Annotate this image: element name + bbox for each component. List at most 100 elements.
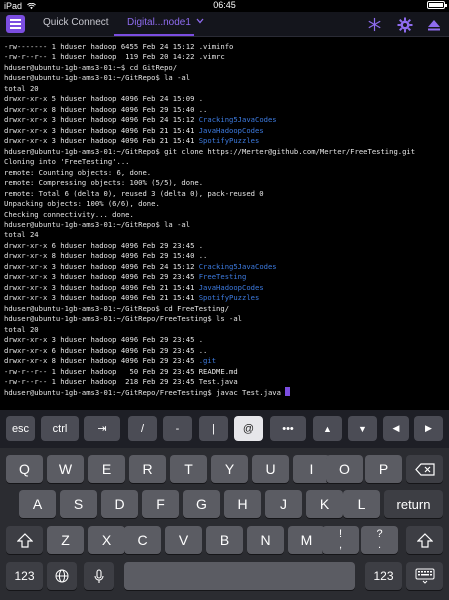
key-h[interactable]: H	[224, 490, 261, 518]
key-y[interactable]: Y	[211, 455, 248, 483]
terminal-line: drwxr-xr-x 6 hduser hadoop 4096 Feb 29 2…	[4, 345, 208, 355]
terminal-line: drwxr-xr-x 3 hduser hadoop 4096 Feb 24 1…	[4, 261, 277, 271]
chevron-down-icon	[196, 18, 204, 24]
key-q[interactable]: Q	[6, 455, 43, 483]
status-bar: iPad 06:45	[0, 0, 449, 12]
battery-icon	[427, 1, 447, 9]
tab-digital-node1[interactable]: Digital...node1	[127, 17, 204, 28]
terminal-line: drwxr-xr-x 3 hduser hadoop 4096 Feb 21 1…	[4, 293, 260, 303]
key-i[interactable]: I	[293, 455, 330, 483]
star-burst-icon[interactable]	[366, 16, 383, 33]
return-key[interactable]: return	[384, 490, 443, 518]
shift-icon	[16, 532, 33, 548]
eject-icon[interactable]	[425, 16, 442, 33]
key-w[interactable]: W	[47, 455, 84, 483]
key-b[interactable]: B	[206, 526, 243, 554]
arrow-left-key[interactable]: ◀	[383, 416, 409, 441]
terminal-line: drwxr-xr-x 8 hduser hadoop 4096 Feb 29 1…	[4, 251, 208, 261]
key-exclaim-comma[interactable]: !,	[322, 526, 359, 554]
terminal-line: hduser@ubuntu-1gb-ams3-01:~$ cd GitRepo/	[4, 62, 178, 72]
key-v[interactable]: V	[165, 526, 202, 554]
arrow-up-key[interactable]: ▲	[313, 416, 342, 441]
key-l[interactable]: L	[343, 490, 380, 518]
status-right	[427, 1, 447, 9]
on-screen-keyboard: Q W E R T Y U I O P A S D F G H J K L re…	[0, 448, 449, 600]
ctrl-key[interactable]: ctrl	[41, 416, 79, 441]
key-f[interactable]: F	[142, 490, 179, 518]
terminal-line: hduser@ubuntu-1gb-ams3-01:~/GitRepo/Free…	[4, 314, 242, 324]
terminal-line: drwxr-xr-x 8 hduser hadoop 4096 Feb 29 2…	[4, 356, 217, 366]
terminal-line: drwxr-xr-x 3 hduser hadoop 4096 Feb 21 1…	[4, 136, 260, 146]
esc-key[interactable]: esc	[6, 416, 35, 441]
globe-icon	[55, 569, 69, 583]
more-keys-button[interactable]: •••	[270, 416, 306, 441]
terminal-line: -rw-r--r-- 1 hduser hadoop 119 Feb 20 14…	[4, 52, 225, 62]
tab-digital-node1-label: Digital...node1	[127, 17, 191, 28]
key-e[interactable]: E	[88, 455, 125, 483]
backspace-icon	[414, 462, 435, 476]
terminal-line: remote: Counting objects: 6, done.	[4, 167, 152, 177]
terminal-line: remote: Compressing objects: 100% (5/5),…	[4, 178, 204, 188]
hamburger-menu-icon[interactable]	[6, 15, 25, 33]
microphone-key[interactable]	[84, 562, 114, 590]
key-d[interactable]: D	[101, 490, 138, 518]
dash-key[interactable]: -	[163, 416, 192, 441]
tab-key[interactable]: ⇥	[84, 416, 120, 441]
terminal-line: -rw-r--r-- 1 hduser hadoop 50 Feb 29 23:…	[4, 366, 238, 376]
terminal-line: hduser@ubuntu-1gb-ams3-01:~/GitRepo$ cd …	[4, 303, 230, 313]
terminal-line: Unpacking objects: 100% (6/6), done.	[4, 199, 160, 209]
terminal-line: hduser@ubuntu-1gb-ams3-01:~/GitRepo$ la …	[4, 219, 191, 229]
active-tab-indicator	[114, 34, 194, 36]
terminal-line: drwxr-xr-x 3 hduser hadoop 4096 Feb 21 1…	[4, 282, 264, 292]
key-o[interactable]: O	[326, 455, 363, 483]
pipe-key[interactable]: |	[199, 416, 228, 441]
terminal-line: drwxr-xr-x 3 hduser hadoop 4096 Feb 24 1…	[4, 115, 277, 125]
numbers-key-right[interactable]: 123	[365, 562, 402, 590]
terminal-prompt-line[interactable]: hduser@ubuntu-1gb-ams3-01:~/GitRepo/Free…	[4, 387, 445, 397]
terminal-line: total 20	[4, 324, 39, 334]
key-n[interactable]: N	[247, 526, 284, 554]
key-x[interactable]: X	[88, 526, 125, 554]
accessory-key-row: esc ctrl ⇥ / - | @ ••• ▲ ▼ ◀ ▶	[0, 410, 449, 448]
status-time: 06:45	[213, 0, 236, 10]
key-t[interactable]: T	[170, 455, 207, 483]
shift-key-right[interactable]	[406, 526, 443, 554]
shift-key-left[interactable]	[6, 526, 43, 554]
key-j[interactable]: J	[265, 490, 302, 518]
terminal-output[interactable]: -rw------- 1 hduser hadoop 6455 Feb 24 1…	[0, 38, 449, 410]
key-r[interactable]: R	[129, 455, 166, 483]
backspace-key[interactable]	[406, 455, 443, 483]
terminal-cursor	[285, 387, 291, 397]
tab-quick-connect[interactable]: Quick Connect	[43, 17, 109, 28]
app-toolbar: Quick Connect Digital...node1	[0, 12, 449, 37]
numbers-key-left[interactable]: 123	[6, 562, 43, 590]
gear-icon[interactable]	[396, 16, 413, 33]
key-u[interactable]: U	[252, 455, 289, 483]
key-a[interactable]: A	[19, 490, 56, 518]
at-key[interactable]: @	[234, 416, 263, 441]
terminal-line: drwxr-xr-x 3 hduser hadoop 4096 Feb 21 1…	[4, 125, 264, 135]
key-m[interactable]: M	[288, 526, 325, 554]
key-c[interactable]: C	[124, 526, 161, 554]
arrow-down-key[interactable]: ▼	[348, 416, 377, 441]
key-g[interactable]: G	[183, 490, 220, 518]
key-p[interactable]: P	[365, 455, 402, 483]
microphone-icon	[94, 568, 104, 583]
key-s[interactable]: S	[60, 490, 97, 518]
space-bar[interactable]	[124, 562, 355, 590]
hide-keyboard-key[interactable]	[406, 562, 443, 590]
terminal-line: drwxr-xr-x 5 hduser hadoop 4096 Feb 24 1…	[4, 94, 204, 104]
key-k[interactable]: K	[306, 490, 343, 518]
terminal-line: Cloning into 'FreeTesting'...	[4, 157, 130, 167]
key-question-period[interactable]: ?.	[361, 526, 398, 554]
arrow-right-key[interactable]: ▶	[414, 416, 443, 441]
terminal-line: -rw-r--r-- 1 hduser hadoop 218 Feb 29 23…	[4, 377, 238, 386]
shift-icon	[416, 532, 433, 548]
terminal-line: drwxr-xr-x 8 hduser hadoop 4096 Feb 29 1…	[4, 104, 208, 114]
terminal-line: hduser@ubuntu-1gb-ams3-01:~/GitRepo$ git…	[4, 146, 416, 156]
slash-key[interactable]: /	[128, 416, 157, 441]
key-z[interactable]: Z	[47, 526, 84, 554]
globe-key[interactable]	[47, 562, 77, 590]
terminal-line: hduser@ubuntu-1gb-ams3-01:~/GitRepo$ la …	[4, 73, 191, 83]
terminal-line: Checking connectivity... done.	[4, 209, 134, 219]
